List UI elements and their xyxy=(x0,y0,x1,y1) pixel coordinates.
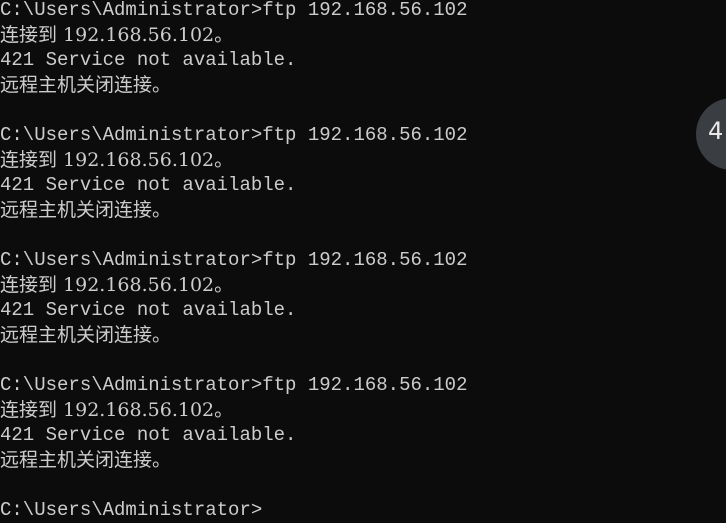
connect-line: 连接到 192.168.56.102。 xyxy=(0,399,234,421)
closed-line: 远程主机关闭连接。 xyxy=(0,324,172,346)
prompt-line: C:\Users\Administrator>ftp 192.168.56.10… xyxy=(0,249,468,271)
closed-line: 远程主机关闭连接。 xyxy=(0,199,172,221)
error-line: 421 Service not available. xyxy=(0,174,297,196)
closed-line: 远程主机关闭连接。 xyxy=(0,449,172,471)
terminal-output: C:\Users\Administrator>ftp 192.168.56.10… xyxy=(0,0,726,523)
connect-line: 连接到 192.168.56.102。 xyxy=(0,24,234,46)
prompt-line: C:\Users\Administrator>ftp 192.168.56.10… xyxy=(0,124,468,146)
error-line: 421 Service not available. xyxy=(0,49,297,71)
error-line: 421 Service not available. xyxy=(0,299,297,321)
prompt-line: C:\Users\Administrator>ftp 192.168.56.10… xyxy=(0,0,468,21)
current-prompt-line[interactable]: C:\Users\Administrator> xyxy=(0,498,726,523)
terminal-window[interactable]: C:\Users\Administrator>ftp 192.168.56.10… xyxy=(0,0,726,523)
connect-line: 连接到 192.168.56.102。 xyxy=(0,149,234,171)
error-line: 421 Service not available. xyxy=(0,424,297,446)
closed-line: 远程主机关闭连接。 xyxy=(0,74,172,96)
badge-label: 4 xyxy=(708,117,724,145)
connect-line: 连接到 192.168.56.102。 xyxy=(0,274,234,296)
prompt-line: C:\Users\Administrator>ftp 192.168.56.10… xyxy=(0,374,468,396)
